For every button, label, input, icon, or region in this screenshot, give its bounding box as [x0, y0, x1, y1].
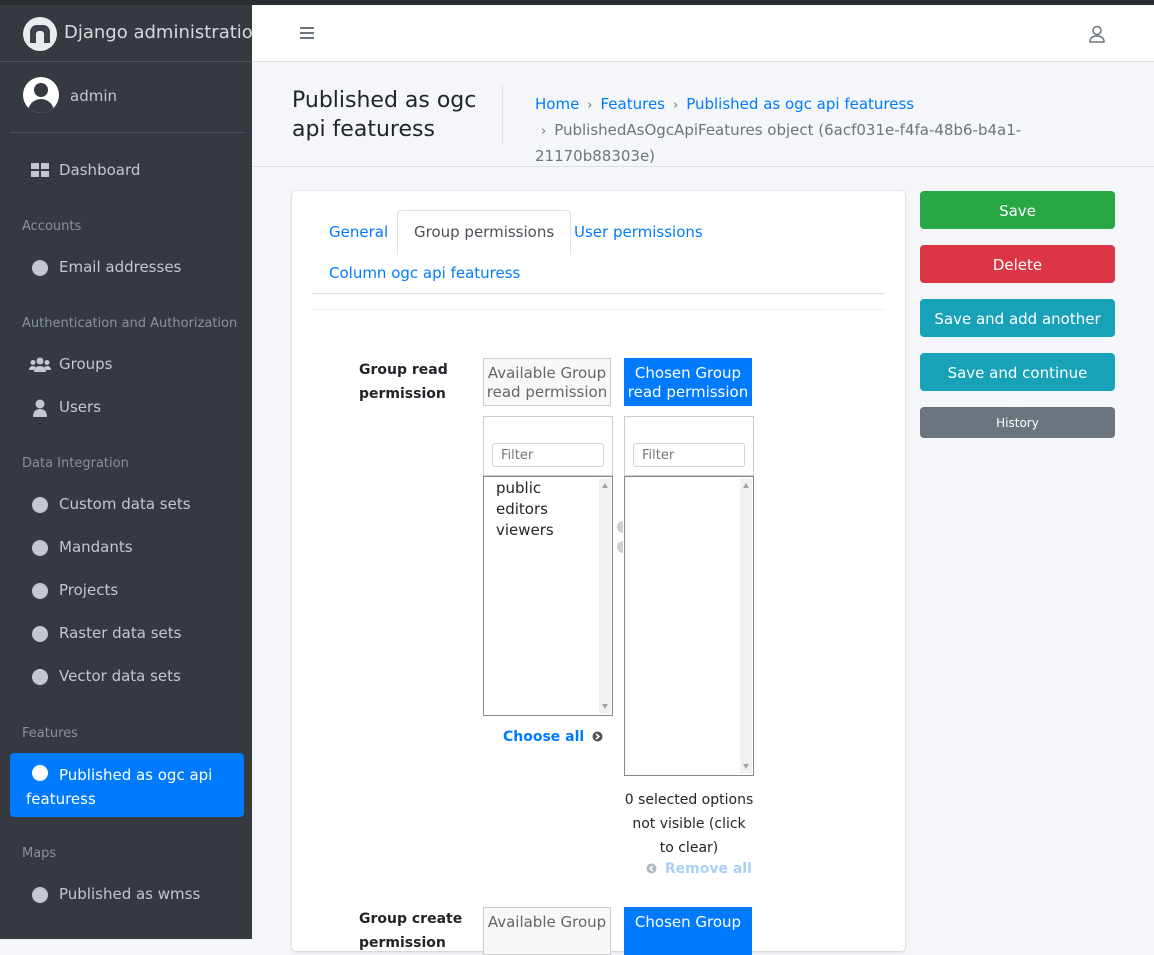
save-and-add-another-button[interactable]: Save and add another [920, 299, 1115, 337]
circle-icon [32, 626, 48, 642]
tab-general[interactable]: General [329, 223, 388, 241]
group-read-permission-label: Group read permission [359, 362, 448, 402]
history-button[interactable]: History [920, 407, 1115, 438]
sidebar-item-projects[interactable]: Projects [10, 571, 244, 609]
arrow-right-circle-icon [592, 731, 603, 742]
arrow-icon[interactable] [617, 541, 623, 553]
tab-bar: General Group permissions User permissio… [312, 210, 885, 294]
circle-icon [32, 669, 48, 685]
circle-icon [32, 583, 48, 599]
brand-link[interactable]: Django administration [0, 5, 264, 62]
top-navbar [252, 5, 1154, 62]
page-title: Published as ogc api featuress [292, 88, 477, 142]
user-avatar-icon [23, 77, 59, 113]
sidebar-header-auth: Authentication and Authorization [22, 316, 238, 331]
sidebar-item-label: Custom data sets [59, 495, 191, 513]
breadcrumb-model-link[interactable]: Published as ogc api featuress [686, 95, 914, 113]
available-filter-input[interactable] [492, 443, 604, 467]
sidebar-item-label: Published as wmss [59, 885, 201, 903]
breadcrumb-features-link[interactable]: Features [601, 95, 666, 113]
available-options-list[interactable]: public editors viewers [483, 476, 613, 716]
list-option[interactable]: viewers [496, 521, 554, 539]
breadcrumb-separator-icon: › [541, 124, 547, 139]
breadcrumb-current: PublishedAsOgcApiFeatures object (6acf03… [535, 121, 1022, 165]
circle-icon [32, 497, 48, 513]
scrollbar[interactable] [599, 478, 611, 714]
sidebar-item-label: Projects [59, 581, 119, 599]
choose-all-link[interactable]: Choose all [503, 729, 603, 745]
sidebar-header-features: Features [22, 726, 78, 741]
circle-icon [32, 887, 48, 903]
sidebar-item-custom-data-sets[interactable]: Custom data sets [10, 485, 244, 523]
users-icon [29, 357, 51, 372]
chosen-group-create-title: Chosen Group [624, 907, 752, 955]
user-name: admin [70, 87, 117, 105]
remove-all-label: Remove all [664, 861, 752, 877]
sidebar-item-label: Groups [59, 355, 113, 373]
sidebar-item-label: Published as ogc api featuress [26, 766, 213, 808]
scrollbar[interactable] [740, 478, 752, 774]
sidebar-item-published-wmss[interactable]: Published as wmss [10, 875, 244, 913]
arrow-left-circle-icon [646, 863, 657, 874]
tab-user-permissions[interactable]: User permissions [574, 223, 703, 241]
save-button[interactable]: Save [920, 191, 1115, 229]
sidebar-item-groups[interactable]: Groups [10, 345, 244, 383]
list-option[interactable]: public [496, 479, 541, 497]
sidebar-item-label: Raster data sets [59, 624, 182, 642]
save-and-continue-button[interactable]: Save and continue editing [920, 353, 1115, 420]
hamburger-menu-icon[interactable] [300, 27, 314, 39]
sidebar-item-vector-data-sets[interactable]: Vector data sets [10, 657, 244, 695]
header-divider [502, 86, 503, 144]
circle-icon [32, 540, 48, 556]
change-form-card: General Group permissions User permissio… [292, 191, 905, 955]
breadcrumb: Home › Features › Published as ogc api featu… [535, 92, 1095, 168]
chosen-group-read-title: Chosen Group read permission [624, 358, 752, 406]
dashboard-grid-icon [31, 163, 49, 177]
chosen-options-list[interactable] [624, 476, 754, 776]
divider [312, 309, 885, 310]
list-option[interactable]: editors [496, 500, 548, 518]
sidebar-item-label: Email addresses [59, 258, 182, 276]
sidebar-item-label: Dashboard [59, 161, 141, 179]
arrow-icon[interactable] [617, 521, 623, 533]
sidebar-item-mandants[interactable]: Mandants [10, 528, 244, 566]
user-panel[interactable]: admin [10, 62, 244, 133]
choose-all-label: Choose all [503, 729, 585, 745]
delete-button[interactable]: Delete [920, 245, 1115, 283]
user-menu-icon[interactable] [1088, 25, 1106, 43]
sidebar-header-accounts: Accounts [22, 219, 82, 234]
content-header: Published as ogc api featuress Home › Feat… [252, 62, 1154, 167]
available-filter-box [483, 416, 613, 476]
sidebar-item-users[interactable]: Users [10, 388, 244, 426]
sidebar-header-maps: Maps [22, 846, 57, 861]
chosen-filter-box [624, 416, 754, 476]
selected-help-text[interactable]: 0 selected options not visible (click to… [624, 788, 754, 860]
breadcrumb-home-link[interactable]: Home [535, 95, 579, 113]
chosen-filter-input[interactable] [633, 443, 745, 467]
sidebar-item-raster-data-sets[interactable]: Raster data sets [10, 614, 244, 652]
sidebar-item-email-addresses[interactable]: Email addresses [10, 248, 244, 286]
sidebar-item-label: Vector data sets [59, 667, 181, 685]
sidebar-header-data-integration: Data Integration [22, 456, 129, 471]
sidebar-item-published-ogc[interactable]: Published as ogc api featuress [10, 753, 244, 817]
move-arrows[interactable] [617, 521, 623, 561]
sidebar: Django administration admin Dashboard Ac… [0, 0, 264, 939]
breadcrumb-separator-icon: › [673, 98, 679, 113]
sidebar-item-label: Mandants [59, 538, 133, 556]
available-group-create-title: Available Group [483, 907, 611, 955]
brand-title: Django administration [64, 22, 265, 43]
window-top-edge [0, 0, 1154, 5]
tab-group-permissions[interactable]: Group permissions [397, 210, 572, 255]
remove-all-link[interactable]: Remove all [646, 861, 752, 877]
breadcrumb-separator-icon: › [587, 98, 593, 113]
available-group-read-title: Available Group read permission [483, 358, 611, 406]
sidebar-item-label: Users [59, 398, 102, 416]
user-icon [33, 399, 47, 417]
circle-icon [32, 260, 48, 276]
django-logo-icon [23, 17, 57, 51]
sidebar-item-dashboard[interactable]: Dashboard [10, 151, 244, 189]
tab-column-ogc[interactable]: Column ogc api featuress [329, 264, 520, 282]
group-create-permission-label: Group create permission [359, 911, 463, 951]
